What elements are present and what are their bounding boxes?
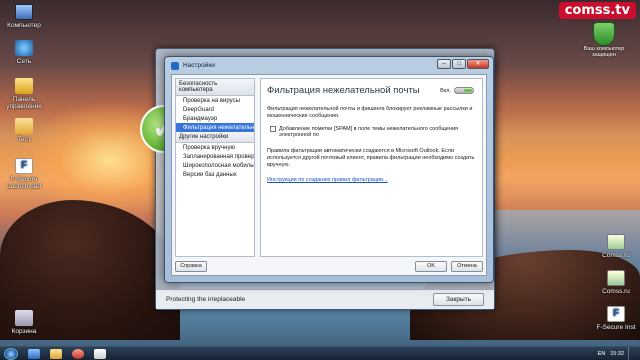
control-panel-icon [15,78,33,94]
watermark-logo: comss.tv [558,2,636,19]
dialog-footer: Справка OK Отмена [175,260,483,273]
winrar-icon [607,234,625,250]
help-button[interactable]: Справка [175,261,207,272]
close-window-button[interactable]: ✕ [467,59,489,69]
desktop-icon-fsecure-inst[interactable]: F-Secure Inst [592,306,640,331]
start-button[interactable] [4,347,18,360]
dialog-client: Безопасность компьютера Проверка на виру… [171,74,487,276]
desktop-icon-label: Сеть [16,58,32,65]
ok-button[interactable]: OK [415,261,447,272]
desktop-icon-control-panel[interactable]: Панель управления [0,78,48,110]
desktop-icon-computer[interactable]: Компьютер [0,4,48,29]
explorer-icon[interactable] [50,348,62,359]
rules-instructions-link[interactable]: Инструкции по созданию правил фильтрации… [267,177,388,183]
desktop-icon-label: F-Secure Inst [596,324,636,331]
desktop-icon-folder[interactable]: Тест [0,118,48,143]
show-desktop-button[interactable] [628,346,636,360]
sidebar-item-spam-filter[interactable]: Фильтрация нежелательных... [176,123,254,132]
settings-sidebar: Безопасность компьютера Проверка на виру… [175,78,255,257]
ie-icon[interactable] [28,348,40,359]
media-player-icon[interactable] [72,348,84,359]
system-tray: EN 15:32 [593,346,640,360]
desktop-icon-recycle-bin[interactable]: Корзина [0,310,48,335]
f-secure-icon [15,158,33,174]
sidebar-group-other-settings[interactable]: Другие настройки [176,132,254,143]
sidebar-item-scheduled-scan[interactable]: Запланированная проверка [176,152,254,161]
clock[interactable]: 15:32 [610,351,624,357]
sidebar-item-db-versions[interactable]: Версии баз данных [176,170,254,179]
spam-tag-label: Добавление пометки [SPAM] в поле темы не… [279,126,459,138]
enable-toggle[interactable] [454,87,474,94]
sidebar-item-deepguard[interactable]: DeepGuard [176,105,254,114]
sidebar-item-mobile-broadband[interactable]: Широкополосная мобильн... [176,161,254,170]
language-indicator[interactable]: EN [598,351,606,357]
network-icon [15,40,33,56]
window-controls: – □ ✕ [436,59,489,69]
desktop-icon-archive-2[interactable]: Comss.ru [592,270,640,295]
desktop-icon-label: Comss.ru [602,252,630,259]
enable-toggle-group: Вкл. [440,87,474,94]
sidebar-group-computer-security[interactable]: Безопасность компьютера [176,79,254,96]
maximize-button[interactable]: □ [452,59,466,69]
close-button[interactable]: Закрыть [432,293,484,306]
settings-dialog: Настройки – □ ✕ Безопасность компьютера … [164,56,494,283]
app-icon [171,61,179,70]
desktop-icon-label: Тест [17,136,31,143]
status-bar: Protecting the irreplaceable Закрыть [156,289,494,309]
status-text: Protecting the irreplaceable [166,296,246,303]
desktop-icon-network[interactable]: Сеть [0,40,48,65]
cancel-button[interactable]: Отмена [451,261,483,272]
toggle-label: Вкл. [440,87,451,94]
desktop-icon-label: Comss.ru [602,288,630,295]
desktop-icon-label: Панель управления [6,96,42,110]
desktop-icon-label: Компьютер [7,22,41,29]
spam-tag-option: Добавление пометки [SPAM] в поле темы не… [270,126,476,138]
desktop-icon-archive-1[interactable]: Comss.ru [592,234,640,259]
desktop-icon-label: Корзина [11,328,37,335]
computer-icon [15,4,33,20]
sidebar-item-manual-scan[interactable]: Проверка вручную [176,143,254,152]
sidebar-item-firewall[interactable]: Брандмауэр [176,114,254,123]
desktop-icon-label: F-Secure Launch pad [7,176,41,190]
taskbar: EN 15:32 [0,346,640,360]
winrar-icon [607,270,625,286]
settings-content: Фильтрация нежелательной почты Вкл. Филь… [260,78,483,257]
sidebar-item-virus-scan[interactable]: Проверка на вирусы [176,96,254,105]
gadget-label: Ваш компьютер защищен [583,46,625,58]
protection-gadget[interactable]: Ваш компьютер защищен [574,22,634,58]
f-secure-icon [607,306,625,322]
spam-tag-checkbox[interactable] [270,126,276,132]
recycle-bin-icon [15,310,33,326]
f-secure-taskbar-icon[interactable] [94,348,106,359]
desktop-icon-fsecure[interactable]: F-Secure Launch pad [0,158,48,190]
shield-icon [593,22,615,46]
description-text: Фильтрация нежелательной почты и фишинга… [267,106,473,119]
dialog-title: Настройки [183,62,215,69]
minimize-button[interactable]: – [437,59,451,69]
info-text: Правила фильтрации автоматически создают… [267,148,475,168]
folder-icon [15,118,33,134]
